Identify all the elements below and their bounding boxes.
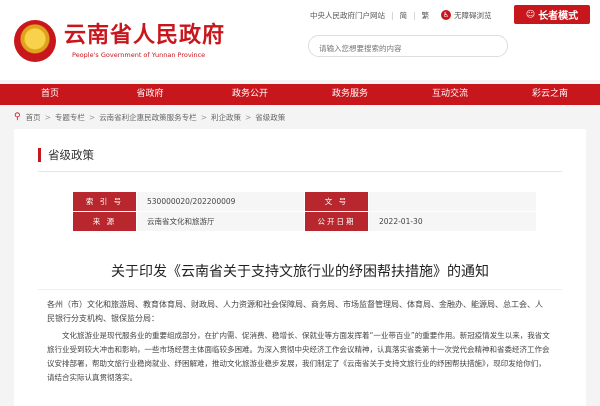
elder-mode-button[interactable]: ☺ 长者模式 (514, 5, 590, 24)
divider: | (413, 10, 416, 20)
emblem-star-icon: ★ (29, 28, 41, 42)
nav-item-interaction[interactable]: 互动交流 (400, 84, 500, 105)
nav-item-home[interactable]: 首页 (0, 84, 100, 105)
location-pin-icon: ⚲ (14, 112, 21, 122)
elder-mode-icon: ☺ (525, 9, 536, 20)
top-links: 中央人民政府门户网站 | 简 | 繁 ♿ 无障碍浏览 (310, 8, 492, 22)
breadcrumb: ⚲ 首页 > 专题专栏 > 云南省利企惠民政策服务专栏 > 利企政策 > 省级政… (14, 111, 285, 123)
breadcrumb-separator: > (88, 112, 96, 122)
nav-item-yunnan[interactable]: 彩云之南 (500, 84, 600, 105)
accessibility-link[interactable]: ♿ 无障碍浏览 (441, 10, 492, 21)
title-divider (38, 289, 562, 290)
table-row: 来 源 云南省文化和旅游厅 公开日期 2022-01-30 (72, 211, 537, 232)
document-addressees: 各州（市）文化和旅游局、教育体育局、财政局、人力资源和社会保障局、商务局、市场监… (47, 300, 543, 323)
divider: | (391, 10, 394, 20)
breadcrumb-item[interactable]: 云南省利企惠民政策服务专栏 (99, 112, 197, 123)
document-paragraph: 文化旅游业是现代服务业的重要组成部分，在扩内需、促消费、稳增长、保就业等方面发挥… (47, 331, 550, 382)
source-label: 来 源 (72, 211, 137, 232)
site-subtitle: People's Government of Yunnan Province (72, 51, 206, 59)
docno-label: 文 号 (304, 191, 369, 212)
section-divider (38, 171, 562, 172)
elder-mode-label: 长者模式 (538, 11, 579, 22)
site-title[interactable]: 云南省人民政府 (64, 22, 225, 48)
breadcrumb-separator: > (244, 112, 252, 122)
index-label: 索 引 号 (72, 191, 137, 212)
breadcrumb-separator: > (200, 112, 207, 122)
simplified-link[interactable]: 简 (400, 10, 408, 21)
central-gov-link[interactable]: 中央人民政府门户网站 (310, 10, 385, 21)
source-value: 云南省文化和旅游厅 (136, 211, 305, 232)
national-emblem-icon[interactable]: ★ (14, 20, 56, 62)
document-title: 关于印发《云南省关于支持文旅行业的纾困帮扶措施》的通知 (111, 264, 489, 280)
nav-item-gov-services[interactable]: 政务服务 (300, 84, 400, 105)
nav-item-gov-affairs[interactable]: 政务公开 (200, 84, 300, 105)
traditional-link[interactable]: 繁 (422, 10, 430, 21)
breadcrumb-item[interactable]: 省级政策 (255, 112, 285, 123)
breadcrumb-separator: > (44, 112, 51, 122)
table-row: 索 引 号 530000020/202200009 文 号 (72, 191, 537, 212)
section-title: 省级政策 (38, 148, 94, 162)
document-meta-table: 索 引 号 530000020/202200009 文 号 来 源 云南省文化和… (72, 191, 537, 232)
docno-value (368, 191, 537, 212)
nav-item-provincial-gov[interactable]: 省政府 (100, 84, 200, 105)
breadcrumb-item[interactable]: 首页 (26, 112, 41, 123)
accessibility-label: 无障碍浏览 (454, 10, 492, 20)
breadcrumb-item[interactable]: 专题专栏 (55, 112, 85, 123)
main-nav: 首页 省政府 政务公开 政务服务 互动交流 彩云之南 (0, 84, 600, 105)
accessibility-icon: ♿ (441, 10, 452, 20)
content-panel: 省级政策 索 引 号 530000020/202200009 文 号 来 源 云… (14, 129, 586, 406)
search-input[interactable] (309, 38, 489, 59)
date-value: 2022-01-30 (368, 211, 537, 232)
breadcrumb-item[interactable]: 利企政策 (211, 112, 241, 123)
index-value: 530000020/202200009 (136, 191, 305, 212)
date-label: 公开日期 (304, 211, 369, 232)
search-box (308, 35, 508, 59)
site-header: ★ 云南省人民政府 People's Government of Yunnan … (0, 0, 600, 80)
